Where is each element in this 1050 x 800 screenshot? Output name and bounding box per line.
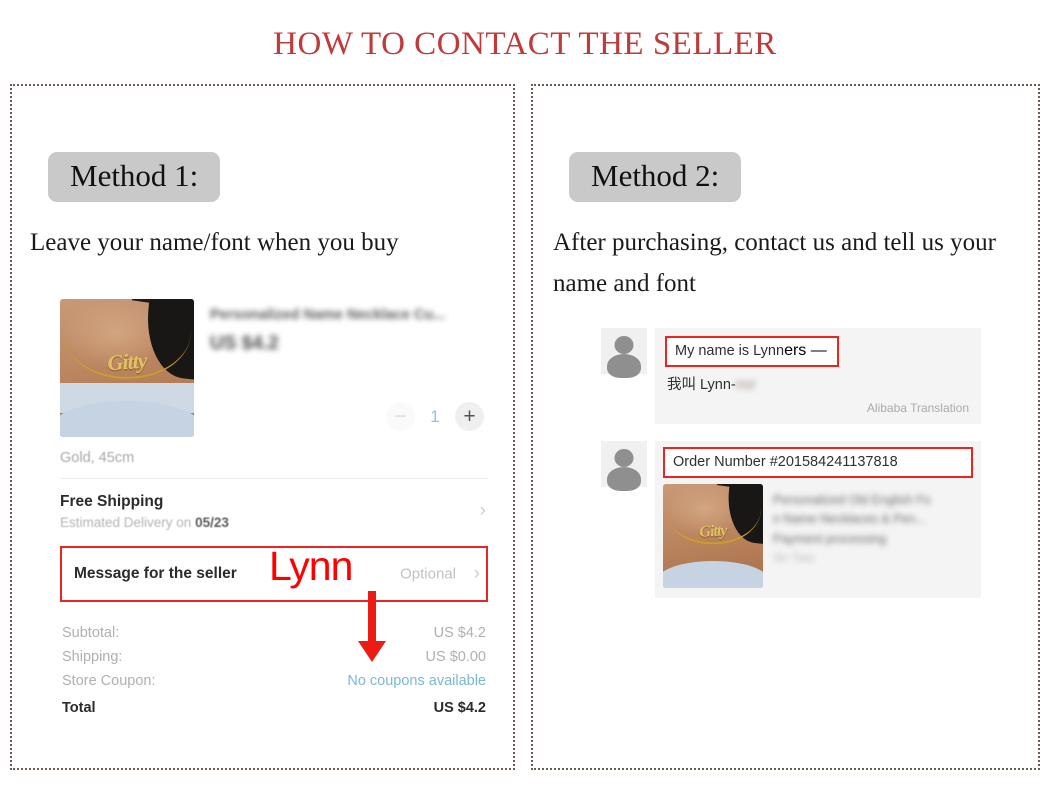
quantity-value: 1	[430, 406, 440, 426]
product-title: Personalized Name Necklace Cu...	[210, 307, 446, 323]
page-title: HOW TO CONTACT THE SELLER	[273, 26, 777, 62]
chat-message-chinese-text: 我叫 Lynn-	[667, 377, 736, 393]
cart-mockup: Gitty Personalized Name Necklace Cu... U…	[60, 299, 488, 720]
coupon-status: No coupons available	[347, 673, 486, 689]
photo-collar	[663, 560, 763, 588]
totals-label: Subtotal:	[62, 625, 120, 641]
highlight-box-name: My name is Lynners —	[665, 336, 839, 367]
table-row[interactable]: Store Coupon: No coupons available	[60, 669, 488, 693]
order-number-text: Order Number #201584241137818	[673, 454, 898, 470]
redacted-text: ers —	[784, 342, 827, 359]
chat-bubble: My name is Lynners — 我叫 Lynn-nsr Alibaba…	[655, 328, 981, 424]
totals-value: US $0.00	[425, 649, 486, 665]
shipping-row[interactable]: Free Shipping Estimated Delivery on 05/2…	[60, 479, 488, 543]
order-detail-line: Personalized Old English Fo	[773, 493, 931, 507]
product-meta: Personalized Name Necklace Cu... US $4.2…	[210, 299, 488, 437]
order-detail-line: n Name Necklaces & Pen...	[773, 512, 926, 527]
method-2-badge: Method 2:	[569, 152, 742, 203]
method-1-panel: Method 1: Leave your name/font when you …	[10, 84, 515, 770]
necklace-nameplate: Gitty	[698, 521, 728, 541]
avatar	[601, 441, 647, 487]
order-product-photo: Gitty	[663, 484, 763, 588]
totals-label: Store Coupon:	[62, 673, 156, 689]
order-details: Personalized Old English Fo n Name Neckl…	[773, 484, 973, 588]
method-1-description: Leave your name/font when you buy	[30, 229, 399, 256]
order-card[interactable]: Gitty Personalized Old English Fo n Name…	[663, 484, 973, 588]
avatar	[601, 328, 647, 374]
table-row: Total US $4.2	[60, 693, 488, 720]
chat-message-1: My name is Lynners — 我叫 Lynn-nsr Alibaba…	[601, 328, 981, 424]
shipping-subtitle: Estimated Delivery on 05/23	[60, 515, 488, 530]
totals-label: Shipping:	[62, 649, 123, 665]
chat-bubble: Order Number #201584241137818 Gitty Pers…	[655, 441, 981, 598]
methods-container: Method 1: Leave your name/font when you …	[10, 84, 1040, 770]
totals-value: US $4.2	[433, 700, 486, 716]
totals-list: Subtotal: US $4.2 Shipping: US $0.00 Sto…	[60, 621, 488, 720]
order-detail-line: Payment processing	[773, 531, 887, 546]
down-arrow-icon	[368, 591, 376, 643]
translation-note: Alibaba Translation	[866, 401, 969, 415]
chat-message-2: Order Number #201584241137818 Gitty Pers…	[601, 441, 981, 598]
name-annotation: Lynn	[269, 543, 353, 589]
method-1-badge: Method 1:	[48, 152, 221, 203]
product-variant: Gold, 45cm	[60, 450, 135, 466]
method-2-description: After purchasing, contact us and tell us…	[553, 229, 996, 297]
photo-collar	[60, 401, 194, 437]
quantity-minus-button[interactable]: −	[386, 402, 415, 431]
table-row: Shipping: US $0.00	[60, 645, 488, 669]
totals-label: Total	[62, 700, 96, 716]
highlight-box-order: Order Number #201584241137818	[663, 447, 973, 478]
cart-product-row: Gitty Personalized Name Necklace Cu... U…	[60, 299, 488, 437]
shipping-title: Free Shipping	[60, 493, 164, 510]
quantity-plus-button[interactable]: +	[455, 402, 484, 431]
shipping-date: 05/23	[195, 515, 229, 530]
order-detail-line: Sn Two	[773, 551, 815, 566]
necklace-nameplate: Gitty	[106, 348, 148, 376]
chevron-right-icon: ›	[479, 500, 486, 521]
chat-mockup: My name is Lynners — 我叫 Lynn-nsr Alibaba…	[601, 328, 981, 615]
chevron-right-icon: ›	[473, 563, 480, 584]
method-2-badge-wrap: Method 2:	[569, 152, 742, 203]
message-for-seller-value: Optional	[400, 565, 456, 583]
method-2-panel: Method 2: After purchasing, contact us a…	[531, 84, 1040, 770]
product-price: US $4.2	[210, 332, 279, 354]
chat-message-english: My name is Lynn	[675, 343, 785, 359]
method-1-badge-wrap: Method 1:	[48, 152, 221, 203]
totals-value: US $4.2	[433, 625, 486, 641]
table-row: Subtotal: US $4.2	[60, 621, 488, 645]
product-photo: Gitty	[60, 299, 194, 437]
chat-message-chinese: 我叫 Lynn-nsr	[665, 371, 969, 394]
shipping-subtitle-prefix: Estimated Delivery on	[60, 515, 196, 530]
quantity-stepper[interactable]: − 1 +	[386, 402, 484, 431]
redacted-text: nsr	[735, 377, 756, 393]
